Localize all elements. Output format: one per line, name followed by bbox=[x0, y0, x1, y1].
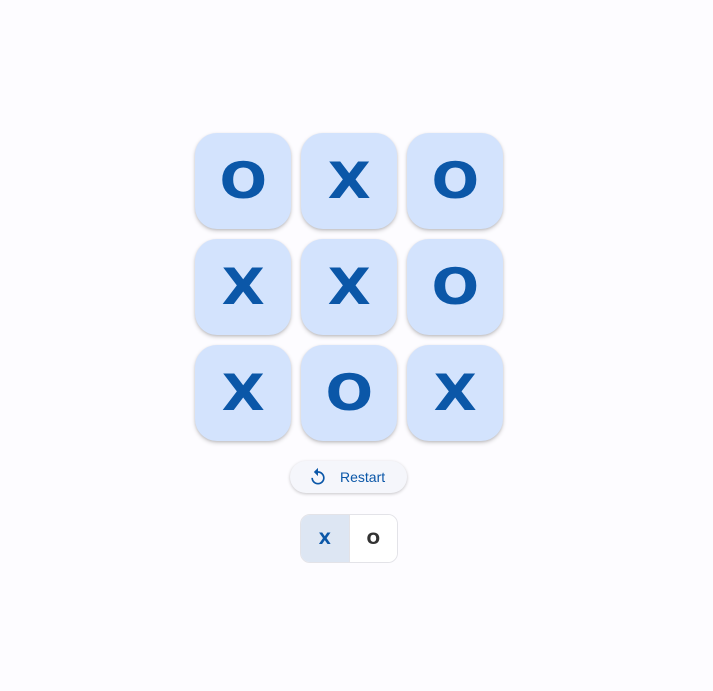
board-cell-7[interactable]: X bbox=[195, 345, 291, 441]
board-cell-5[interactable]: X bbox=[301, 239, 397, 335]
restart-label: Restart bbox=[340, 469, 386, 485]
board-cell-4[interactable]: X bbox=[195, 239, 291, 335]
cell-mark: X bbox=[221, 364, 265, 422]
player-toggle: X O bbox=[300, 514, 398, 563]
board-cell-6[interactable]: O bbox=[407, 239, 503, 335]
restart-icon bbox=[308, 467, 328, 487]
cell-mark: X bbox=[327, 152, 371, 210]
board-cell-1[interactable]: O bbox=[195, 133, 291, 229]
board-cell-8[interactable]: O bbox=[301, 345, 397, 441]
cell-mark: O bbox=[219, 152, 267, 210]
board-cell-2[interactable]: X bbox=[301, 133, 397, 229]
board-cell-9[interactable]: X bbox=[407, 345, 503, 441]
player-x-option[interactable]: X bbox=[301, 515, 350, 562]
board-cell-3[interactable]: O bbox=[407, 133, 503, 229]
player-o-option[interactable]: O bbox=[349, 515, 397, 562]
cell-mark: O bbox=[431, 258, 479, 316]
cell-mark: X bbox=[221, 258, 265, 316]
cell-mark: O bbox=[325, 364, 373, 422]
restart-button[interactable]: Restart bbox=[290, 461, 407, 493]
cell-mark: X bbox=[433, 364, 477, 422]
cell-mark: O bbox=[431, 152, 479, 210]
game-board: O X O X X O X O X bbox=[195, 133, 503, 441]
cell-mark: X bbox=[327, 258, 371, 316]
